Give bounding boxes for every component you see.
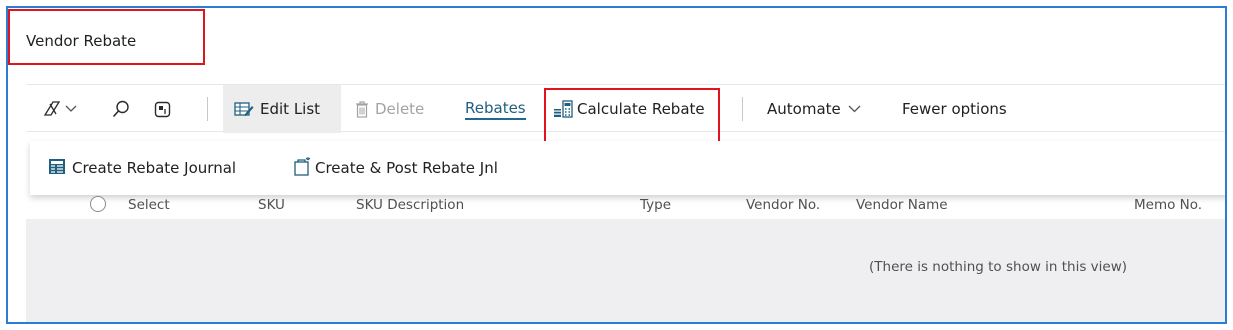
column-header-sku-description[interactable]: SKU Description xyxy=(356,197,464,213)
filter-pane-icon xyxy=(42,100,62,118)
fewer-options-button[interactable]: Fewer options xyxy=(902,85,1007,133)
page-title: Vendor Rebate xyxy=(26,32,137,50)
fewer-options-label: Fewer options xyxy=(902,100,1007,118)
create-rebate-journal-button[interactable]: Create Rebate Journal xyxy=(48,141,236,195)
create-post-rebate-jnl-button[interactable]: Create & Post Rebate Jnl xyxy=(292,141,498,195)
automate-menu[interactable]: Automate xyxy=(767,85,861,133)
rebates-tab[interactable]: Rebates xyxy=(465,85,526,133)
column-header-select[interactable]: Select xyxy=(128,197,170,213)
delete-label: Delete xyxy=(375,100,425,118)
table-header: Select SKU SKU Description Type Vendor N… xyxy=(26,191,1225,221)
share-icon xyxy=(154,101,171,118)
share-button[interactable] xyxy=(154,85,171,133)
column-header-vendor-no[interactable]: Vendor No. xyxy=(746,197,820,213)
post-journal-icon xyxy=(292,156,312,180)
rebates-submenu: Create Rebate Journal Create & Post Reba… xyxy=(30,141,1225,195)
edit-list-button[interactable]: Edit List xyxy=(234,85,320,133)
delete-icon xyxy=(355,100,369,118)
column-header-memo-no[interactable]: Memo No. xyxy=(1134,197,1202,213)
column-header-sku[interactable]: SKU xyxy=(258,197,285,213)
separator xyxy=(742,97,743,121)
create-rebate-journal-label: Create Rebate Journal xyxy=(72,159,237,177)
column-header-vendor-name[interactable]: Vendor Name xyxy=(856,197,948,213)
automate-label: Automate xyxy=(767,100,841,118)
delete-button[interactable]: Delete xyxy=(355,85,424,133)
select-all-radio[interactable] xyxy=(90,196,106,212)
table-body: (There is nothing to show in this view) xyxy=(26,219,1225,322)
separator xyxy=(207,97,208,121)
search-icon xyxy=(112,100,130,118)
chevron-down-icon xyxy=(65,105,77,113)
chevron-down-icon xyxy=(848,105,861,113)
create-post-rebate-jnl-label: Create & Post Rebate Jnl xyxy=(315,159,498,177)
edit-list-label: Edit List xyxy=(260,100,321,118)
empty-state-message: (There is nothing to show in this view) xyxy=(869,259,1128,275)
rebates-label: Rebates xyxy=(465,99,526,120)
column-header-type[interactable]: Type xyxy=(640,197,671,213)
search-button[interactable] xyxy=(112,85,130,133)
journal-icon xyxy=(48,158,66,179)
app-frame: Vendor Rebate Edit List Delete Rebates C… xyxy=(6,6,1227,324)
filter-pane-button[interactable] xyxy=(42,85,77,133)
edit-list-icon xyxy=(234,101,254,117)
